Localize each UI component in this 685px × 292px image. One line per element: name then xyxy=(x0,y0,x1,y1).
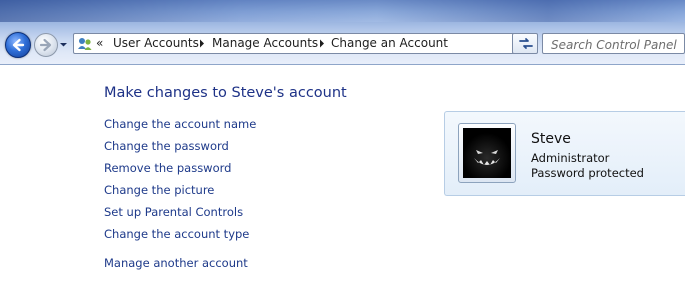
forward-button[interactable] xyxy=(34,33,58,57)
breadcrumb-separator-icon[interactable] xyxy=(199,39,205,48)
search-input[interactable] xyxy=(543,35,681,55)
search-box[interactable] xyxy=(542,33,685,55)
breadcrumb-manage-accounts[interactable]: Manage Accounts xyxy=(212,36,318,50)
breadcrumb-user-accounts[interactable]: User Accounts xyxy=(113,36,199,50)
refresh-icon xyxy=(519,38,533,49)
navigation-bar: « User Accounts Manage Accounts Change a… xyxy=(0,0,685,65)
account-role: Administrator xyxy=(531,151,610,165)
avatar-frame xyxy=(458,123,516,183)
breadcrumb-separator-icon[interactable] xyxy=(319,39,325,48)
account-name: Steve xyxy=(531,131,571,147)
recent-pages-chevron-icon[interactable] xyxy=(59,40,68,49)
avatar xyxy=(463,128,511,178)
remove-password-link[interactable]: Remove the password xyxy=(104,161,231,175)
change-password-link[interactable]: Change the password xyxy=(104,139,229,153)
change-account-type-link[interactable]: Change the account type xyxy=(104,227,249,241)
control-panel-users-icon xyxy=(78,38,92,50)
manage-another-account-link[interactable]: Manage another account xyxy=(104,256,248,270)
breadcrumb-overflow[interactable]: « xyxy=(96,36,103,50)
account-password-status: Password protected xyxy=(531,166,644,180)
arrow-left-icon xyxy=(12,38,25,52)
parental-controls-link[interactable]: Set up Parental Controls xyxy=(104,205,243,219)
change-account-name-link[interactable]: Change the account name xyxy=(104,117,256,131)
account-card: Steve Administrator Password protected xyxy=(444,111,685,196)
back-button[interactable] xyxy=(5,32,31,58)
refresh-button[interactable] xyxy=(512,33,538,54)
change-picture-link[interactable]: Change the picture xyxy=(104,183,214,197)
page-title: Make changes to Steve's account xyxy=(104,85,347,101)
arrow-right-icon xyxy=(39,38,52,52)
address-bar[interactable]: « User Accounts Manage Accounts Change a… xyxy=(73,33,537,54)
breadcrumb-change-an-account[interactable]: Change an Account xyxy=(331,36,448,50)
smiling-face-avatar-icon xyxy=(463,128,511,178)
